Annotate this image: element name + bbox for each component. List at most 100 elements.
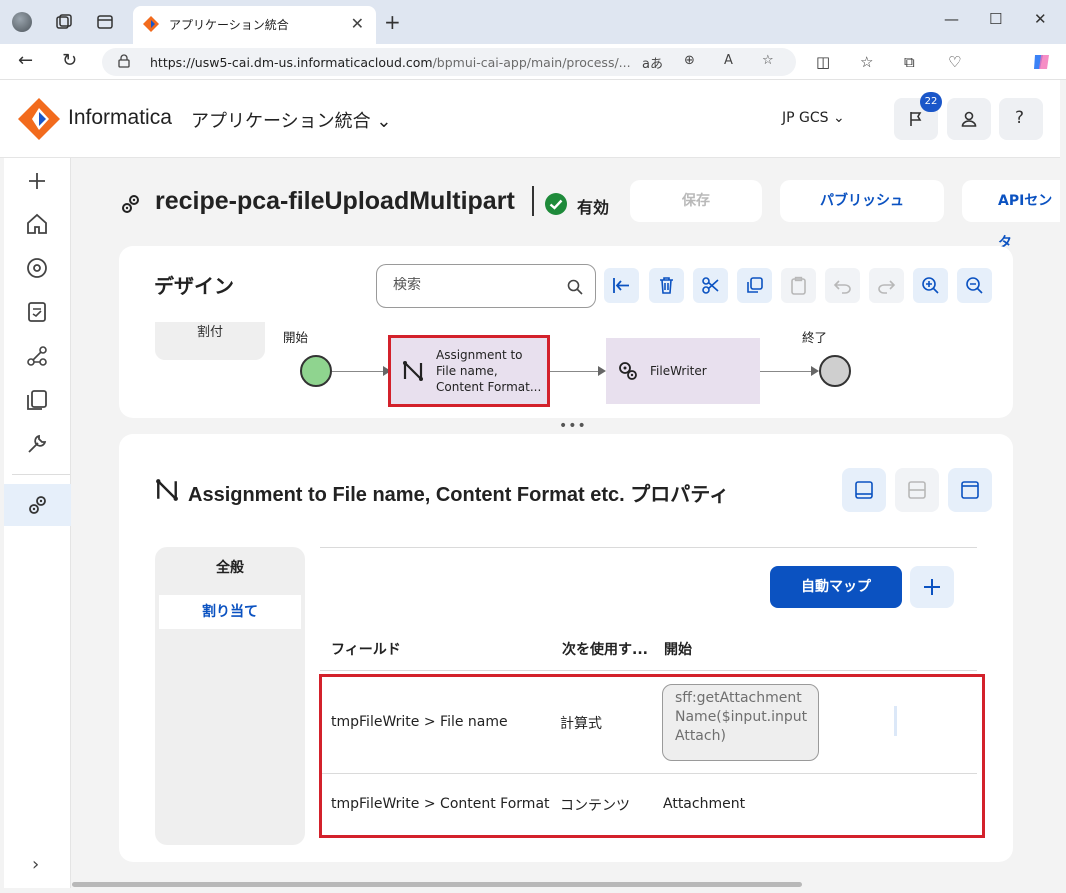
org-selector[interactable]: JP GCS ⌄: [782, 110, 845, 126]
tab-actions-icon[interactable]: [95, 12, 115, 32]
expand-nav-icon[interactable]: ›: [32, 854, 39, 875]
dock-bottom-button[interactable]: [842, 468, 886, 512]
scissors-icon: [702, 277, 719, 294]
user-profile-button[interactable]: [947, 98, 991, 140]
end-label: 終了: [802, 330, 828, 345]
url-path: /bpmui-cai-app/main/process/...: [432, 55, 631, 70]
zoom-out-button[interactable]: [957, 268, 992, 303]
palette-item-assignment[interactable]: 割付: [155, 322, 265, 360]
undo-icon: [833, 280, 851, 294]
back-icon[interactable]: ←: [18, 50, 33, 71]
side-nav-divider: [12, 474, 70, 475]
url-host: https://usw5-cai.dm-us.informaticacloud.…: [150, 55, 433, 70]
search-input[interactable]: [393, 277, 563, 293]
zoom-in-icon: [922, 277, 939, 294]
highlight-box-table: [319, 674, 985, 838]
zoom-in-button[interactable]: [913, 268, 948, 303]
end-node[interactable]: [819, 355, 851, 387]
explore-compass-icon[interactable]: [24, 255, 50, 281]
user-icon: [961, 111, 977, 127]
help-icon: ?: [1015, 108, 1025, 128]
redo-icon: [878, 280, 896, 294]
search-icon[interactable]: [567, 279, 583, 295]
api-center-button[interactable]: APIセンタ: [962, 180, 1060, 251]
read-aloud-language-icon[interactable]: aあ: [642, 53, 663, 72]
informatica-logo-icon: [18, 98, 60, 140]
add-icon[interactable]: [24, 168, 50, 194]
browser-tab-active[interactable]: アプリケーション統合 ✕: [133, 6, 376, 44]
split-view-button[interactable]: [895, 468, 939, 512]
start-label: 開始: [283, 330, 309, 345]
flow-arrow: [598, 366, 606, 376]
horizontal-scrollbar[interactable]: [72, 882, 802, 887]
split-screen-icon[interactable]: ◫: [816, 53, 830, 71]
clipboard-icon: [791, 276, 806, 295]
zoom-out-icon: [966, 277, 983, 294]
sidebar-item-process-active[interactable]: [4, 484, 71, 526]
add-field-button[interactable]: [910, 566, 954, 608]
process-name: recipe-pca-fileUploadMultipart: [155, 187, 515, 215]
collections-icon[interactable]: ⧉: [904, 53, 915, 71]
automap-button[interactable]: 自動マップ: [770, 566, 902, 608]
save-button[interactable]: 保存: [630, 180, 762, 222]
flow-arrow: [811, 366, 819, 376]
read-aloud-icon[interactable]: A: [724, 53, 733, 68]
cut-button[interactable]: [693, 268, 728, 303]
start-node[interactable]: [300, 355, 332, 387]
publish-button[interactable]: パブリッシュ: [780, 180, 944, 222]
address-bar: ← ↻ https://usw5-cai.dm-us.informaticacl…: [0, 44, 1066, 80]
close-window-icon[interactable]: ✕: [1034, 10, 1047, 28]
filewriter-step-label: FileWriter: [650, 364, 707, 378]
redo-button[interactable]: [869, 268, 904, 303]
home-icon[interactable]: [24, 211, 50, 237]
profile-avatar[interactable]: [12, 12, 32, 32]
help-button[interactable]: ?: [999, 98, 1043, 140]
tools-wrench-icon[interactable]: [24, 431, 50, 457]
favorite-star-icon[interactable]: ☆: [762, 53, 774, 68]
maximize-panel-button[interactable]: [948, 468, 992, 512]
browser-tab-strip: アプリケーション統合 ✕ + — ☐ ✕: [0, 0, 1066, 44]
minimize-icon[interactable]: —: [944, 10, 959, 28]
app-name: アプリケーション統合: [191, 111, 371, 132]
copilot-icon[interactable]: [1032, 53, 1052, 71]
api-registry-icon[interactable]: [24, 387, 50, 413]
tab-assignments[interactable]: 割り当て: [159, 595, 301, 629]
panel-resize-handle[interactable]: •••: [559, 418, 587, 434]
check-circle-icon: [545, 193, 567, 215]
assignment-icon: [156, 479, 178, 501]
flag-icon: [910, 112, 922, 126]
maximize-icon[interactable]: ☐: [989, 10, 1002, 28]
delete-button[interactable]: [649, 268, 684, 303]
properties-subnav: 全般 割り当て: [155, 547, 305, 845]
filewriter-step[interactable]: FileWriter: [606, 338, 760, 404]
status-text: 有効: [577, 198, 610, 217]
monitor-icon[interactable]: [24, 299, 50, 325]
informatica-favicon-icon: [143, 16, 159, 32]
tab-general[interactable]: 全般: [159, 551, 301, 585]
copy-icon: [747, 277, 763, 293]
zoom-icon[interactable]: ⊕: [684, 53, 695, 68]
undo-button[interactable]: [825, 268, 860, 303]
copy-button[interactable]: [737, 268, 772, 303]
close-tab-icon[interactable]: ✕: [351, 14, 364, 33]
arrow-to-left-icon: [613, 278, 629, 293]
brand-name: Informatica: [68, 106, 172, 129]
url-field[interactable]: https://usw5-cai.dm-us.informaticacloud.…: [102, 48, 796, 76]
panel-top-icon: [961, 481, 979, 499]
paste-button[interactable]: [781, 268, 816, 303]
refresh-icon[interactable]: ↻: [62, 50, 77, 71]
design-search[interactable]: [376, 264, 596, 308]
browser-essentials-icon[interactable]: ♡: [948, 53, 961, 71]
collapse-left-button[interactable]: [604, 268, 639, 303]
chevron-down-icon: ⌄: [376, 111, 392, 132]
workspaces-icon[interactable]: [54, 12, 74, 32]
highlight-box-step: [388, 335, 550, 407]
new-tab-button[interactable]: +: [384, 10, 401, 34]
lock-icon[interactable]: [118, 54, 130, 68]
flow-edge: [760, 371, 815, 372]
favorites-icon[interactable]: ☆: [860, 53, 873, 71]
connections-icon[interactable]: [24, 343, 50, 369]
app-switcher[interactable]: アプリケーション統合 ⌄: [191, 107, 391, 133]
flow-edge: [550, 371, 602, 372]
url-text: https://usw5-cai.dm-us.informaticacloud.…: [150, 55, 631, 70]
